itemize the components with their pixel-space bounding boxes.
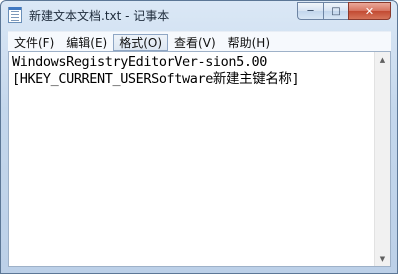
vertical-scrollbar[interactable]: ▲ ▼ (374, 52, 390, 266)
menu-view[interactable]: 查看(V) (168, 34, 222, 51)
arrow-down-icon: ▼ (379, 254, 386, 263)
text-editor[interactable]: WindowsRegistryEditorVer-sion5.00 [HKEY_C… (8, 51, 391, 267)
menu-edit[interactable]: 编辑(E) (60, 34, 113, 51)
menu-bar: 文件(F) 编辑(E) 格式(O) 查看(V) 帮助(H) (8, 31, 391, 52)
editor-text[interactable]: WindowsRegistryEditorVer-sion5.00 [HKEY_C… (12, 54, 374, 264)
editor-line: [HKEY_CURRENT_USERSoftware新建主键名称] (12, 71, 300, 87)
maximize-icon: □ (331, 5, 341, 17)
close-icon: ✕ (364, 4, 375, 18)
arrow-up-icon: ▲ (379, 55, 386, 64)
close-button[interactable]: ✕ (348, 2, 391, 20)
scroll-up-arrow[interactable]: ▲ (375, 52, 390, 67)
title-bar[interactable]: 新建文本文档.txt - 记事本 ─ □ ✕ (1, 1, 397, 29)
scroll-down-arrow[interactable]: ▼ (375, 251, 390, 266)
minimize-button[interactable]: ─ (297, 2, 323, 20)
menu-format[interactable]: 格式(O) (113, 33, 169, 51)
minimize-icon: ─ (307, 5, 314, 17)
notepad-window: 新建文本文档.txt - 记事本 ─ □ ✕ 文件(F) 编辑(E) 格式(O)… (0, 0, 398, 274)
editor-line: WindowsRegistryEditorVer-sion5.00 (12, 54, 268, 70)
menu-file[interactable]: 文件(F) (8, 34, 60, 51)
caption-buttons: ─ □ ✕ (297, 2, 391, 21)
menu-help[interactable]: 帮助(H) (222, 34, 276, 51)
window-title: 新建文本文档.txt - 记事本 (29, 9, 170, 23)
notepad-app-icon[interactable] (8, 7, 22, 23)
maximize-button[interactable]: □ (323, 2, 348, 20)
